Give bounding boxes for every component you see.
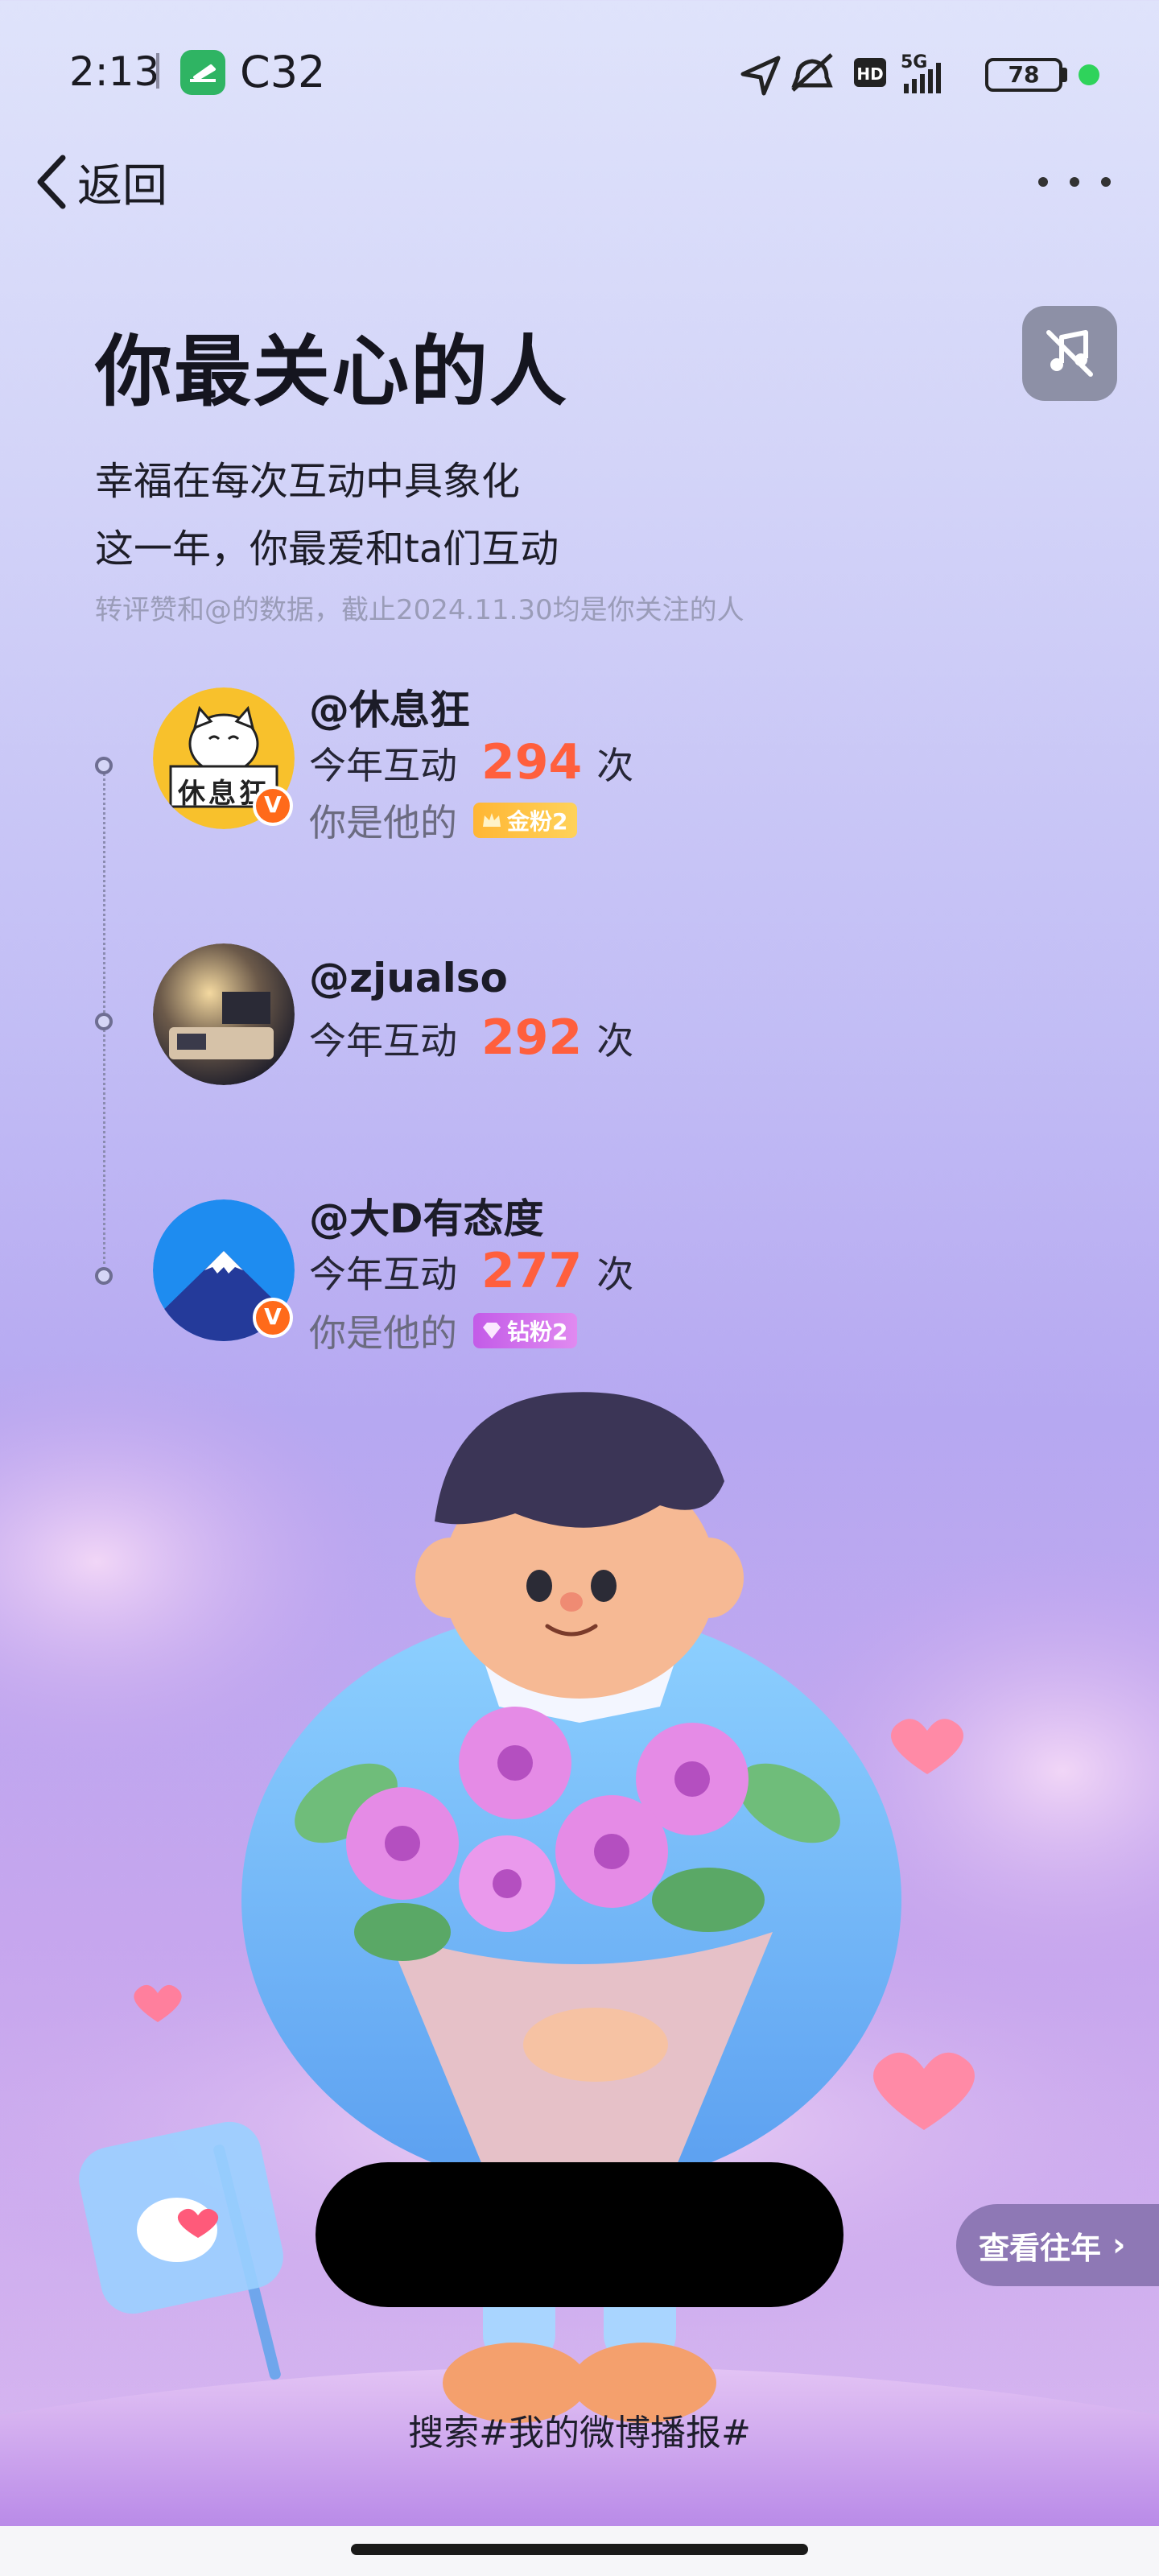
back-button[interactable]: 返回 [32,150,167,214]
photo-avatar-image [153,943,295,1085]
fan-level-row: 你是他的 金粉2 [309,794,578,847]
verified-badge-icon: V [253,786,293,826]
crown-icon [483,813,501,827]
back-label: 返回 [77,159,167,213]
view-past-years-button[interactable]: 查看往年 › [956,2204,1159,2286]
interaction-stat: 今年互动 277 次 [309,1243,633,1299]
view-past-years-label: 查看往年 [979,2230,1102,2266]
app-notification-icon [180,50,225,95]
gold-fan-badge[interactable]: 金粉2 [473,803,578,838]
battery-indicator: 78 [985,58,1062,92]
status-divider [156,53,159,89]
fan-badge-text: 金粉2 [507,808,568,835]
location-icon [740,56,781,96]
interaction-count: 294 [481,734,583,791]
music-off-icon [1046,330,1093,377]
interaction-label: 今年互动 [309,744,457,787]
interaction-stat: 今年互动 294 次 [309,734,633,791]
share-report-button[interactable] [316,2162,843,2307]
interaction-unit: 次 [596,1253,634,1296]
interaction-stat: 今年互动 292 次 [309,1009,633,1066]
mute-icon [791,53,833,92]
search-hashtag-link[interactable]: 搜索#我的微博播报# [0,2404,1159,2455]
home-indicator[interactable] [351,2544,808,2555]
subtitle-line-2: 这一年，你最爱和ta们互动 [95,526,559,572]
dot-icon [1101,177,1111,187]
status-time: 2:13 [69,48,160,95]
music-toggle-button[interactable] [1022,306,1117,401]
data-note: 转评赞和@的数据，截止2024.11.30均是你关注的人 [95,594,744,626]
svg-text:5G: 5G [901,52,927,72]
interaction-label: 今年互动 [309,1019,457,1063]
privacy-indicator [1079,64,1099,85]
dot-icon [1070,177,1079,187]
status-carrier: C32 [240,47,326,97]
subtitle-line-1: 幸福在每次互动中具象化 [95,459,521,504]
interaction-unit: 次 [596,744,634,787]
page-title: 你最关心的人 [95,327,568,417]
hd-icon: HD [854,58,886,87]
more-options-button[interactable] [1038,167,1111,196]
person-handle[interactable]: @zjualso [309,955,508,1001]
chevron-right-icon: › [1112,2227,1126,2264]
svg-text:HD: HD [856,64,883,84]
signal-icon: 5G [901,52,941,93]
person-handle[interactable]: @休息狂 [309,678,470,736]
interaction-count: 277 [481,1243,583,1299]
interaction-unit: 次 [596,1019,634,1063]
avatar-person-2[interactable] [153,943,295,1085]
boy-with-bouquet-illustration [0,1352,1159,2528]
timeline-node [95,1267,113,1285]
timeline-node [95,1013,113,1030]
timeline-node [95,757,113,774]
chevron-left-icon [37,155,66,209]
fan-level-label: 你是他的 [309,801,457,844]
interaction-count: 292 [481,1009,583,1066]
person-handle[interactable]: @大D有态度 [309,1187,544,1245]
battery-tip [1062,68,1067,82]
interaction-label: 今年互动 [309,1253,457,1296]
dot-icon [1038,177,1048,187]
